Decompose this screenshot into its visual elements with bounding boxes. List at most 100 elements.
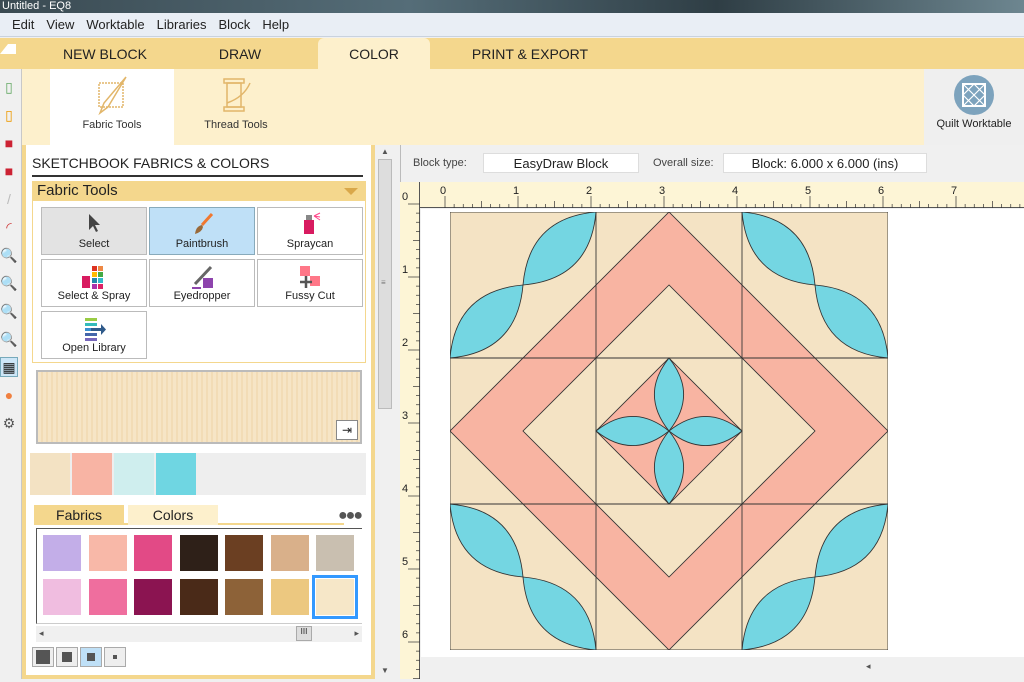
sketchbook-swatch[interactable]	[30, 453, 70, 495]
main-tabs: NEW BLOCK DRAW COLOR PRINT & EXPORT	[0, 38, 1024, 69]
fabric-tools-section-header[interactable]: Fabric Tools	[32, 181, 366, 201]
left-toolbar: ▯ ▯ ■ ■ / ◜ 🔍 🔍 🔍 🔍 ▦ ● ⚙	[0, 69, 22, 679]
settings-gear-icon[interactable]: ⚙	[0, 413, 18, 433]
help-icon[interactable]: ●	[0, 385, 18, 405]
fabric-tools-icon	[98, 76, 127, 116]
ruler-label: 3	[659, 185, 665, 197]
menu-edit[interactable]: Edit	[12, 17, 34, 32]
fabric-swatch[interactable]	[43, 579, 81, 615]
drawing-canvas[interactable]	[421, 209, 1024, 657]
more-options-icon[interactable]: ●●●	[338, 507, 363, 525]
thread-spool-icon	[223, 78, 251, 112]
canvas-horizontal-scrollbar[interactable]: ◂	[860, 657, 1024, 679]
ruler-label: 3	[402, 410, 408, 422]
zoom-in-icon[interactable]: 🔍	[0, 245, 18, 265]
tab-draw[interactable]: DRAW	[180, 38, 300, 69]
ruler-label: 5	[402, 556, 408, 568]
fabric-swatch[interactable]	[179, 579, 218, 615]
undo-icon[interactable]: ◜	[0, 217, 18, 237]
scroll-left-icon[interactable]: ◂	[39, 628, 44, 639]
fabric-swatch[interactable]	[270, 535, 309, 571]
ruler-label: 0	[440, 185, 446, 197]
sketchbook-swatch[interactable]	[114, 453, 154, 495]
fabric-horizontal-scrollbar[interactable]: ◂ III ▸	[36, 626, 362, 642]
overall-size-value: Block: 6.000 x 6.000 (ins)	[723, 153, 927, 173]
scroll-left-icon[interactable]: ◂	[866, 661, 871, 672]
quilt-worktable-button[interactable]: Quilt Worktable	[924, 69, 1024, 145]
cursor-icon	[89, 214, 100, 232]
zoom-fit-icon[interactable]: 🔍	[0, 301, 18, 321]
tab-new-block[interactable]: NEW BLOCK	[40, 38, 170, 69]
ruler-label: 1	[402, 264, 408, 276]
sketchbook-swatches	[30, 453, 366, 495]
ruler-label: 2	[402, 337, 408, 349]
fussy-cut-tool-button[interactable]: Fussy Cut	[257, 259, 363, 307]
vertical-ruler: 0 1 2 3 4 5 6	[400, 182, 420, 679]
home-icon[interactable]	[0, 44, 16, 54]
swatch-size-button[interactable]	[80, 647, 102, 667]
tool-label: Select & Spray	[57, 290, 131, 302]
graph-paper-icon[interactable]: ▦	[0, 357, 18, 377]
fabric-swatch[interactable]	[312, 575, 358, 619]
fabric-swatch[interactable]	[225, 535, 263, 571]
fabric-swatch[interactable]	[134, 579, 172, 615]
tool-label: Fussy Cut	[285, 290, 335, 302]
open-file-icon[interactable]: ▯	[0, 105, 18, 125]
ruler-label: 6	[878, 185, 884, 197]
view-sketchbook-icon[interactable]: ■	[0, 161, 18, 181]
collapse-triangle-icon[interactable]	[344, 188, 358, 195]
scroll-right-icon[interactable]: ▸	[354, 628, 359, 639]
menu-view[interactable]: View	[46, 17, 74, 32]
new-file-icon[interactable]: ▯	[0, 77, 18, 97]
sketchbook-swatch[interactable]	[156, 453, 196, 495]
tab-color[interactable]: COLOR	[318, 38, 430, 69]
fabric-swatch[interactable]	[179, 535, 218, 571]
tab-fabrics[interactable]: Fabrics	[34, 505, 124, 525]
swatch-size-button[interactable]	[56, 647, 78, 667]
ruler-label: 4	[732, 185, 738, 197]
scrollbar-thumb[interactable]: ≡	[378, 159, 392, 409]
fabric-swatch[interactable]	[270, 579, 309, 615]
menu-worktable[interactable]: Worktable	[86, 17, 144, 32]
ruler-icon[interactable]: /	[0, 189, 18, 209]
quilt-block[interactable]	[450, 212, 888, 650]
fabric-swatch[interactable]	[88, 579, 127, 615]
scrollbar-thumb[interactable]: III	[296, 626, 312, 641]
fabric-swatch[interactable]	[88, 535, 127, 571]
eyedropper-tool-button[interactable]: Eyedropper	[149, 259, 255, 307]
tool-label: Eyedropper	[173, 290, 231, 302]
scroll-down-icon[interactable]: ▼	[381, 666, 389, 675]
fabric-swatch[interactable]	[134, 535, 172, 571]
tab-colors[interactable]: Colors	[128, 505, 218, 525]
ribbon: Fabric Tools Thread Tools	[22, 69, 1024, 145]
sketchbook-panel: SKETCHBOOK FABRICS & COLORS Fabric Tools…	[22, 145, 375, 679]
menu-help[interactable]: Help	[262, 17, 289, 32]
select-spray-tool-button[interactable]: Select & Spray	[41, 259, 147, 307]
fabric-tools-button[interactable]: Fabric Tools	[50, 69, 174, 145]
panel-vertical-scrollbar[interactable]: ▲ ≡ ▼	[375, 145, 395, 679]
sketchbook-swatch[interactable]	[72, 453, 112, 495]
swatch-size-button[interactable]	[32, 647, 54, 667]
select-tool-button[interactable]: Select	[41, 207, 147, 255]
paintbrush-tool-button[interactable]: Paintbrush	[149, 207, 255, 255]
spraycan-tool-button[interactable]: Spraycan	[257, 207, 363, 255]
section-title: Fabric Tools	[37, 182, 118, 199]
add-to-sketchbook-icon[interactable]: ■	[0, 133, 18, 153]
scroll-up-icon[interactable]: ▲	[381, 147, 389, 156]
zoom-actual-icon[interactable]: 🔍	[0, 329, 18, 349]
open-library-icon	[85, 318, 106, 341]
zoom-out-icon[interactable]: 🔍	[0, 273, 18, 293]
fabric-swatch[interactable]	[43, 535, 81, 571]
swatch-size-button[interactable]	[104, 647, 126, 667]
ruler-label: 7	[951, 185, 957, 197]
thread-tools-button[interactable]: Thread Tools	[174, 69, 298, 145]
menu-block[interactable]: Block	[219, 17, 251, 32]
fabric-swatch[interactable]	[316, 535, 354, 571]
menu-libraries[interactable]: Libraries	[157, 17, 207, 32]
spraycan-icon	[304, 212, 321, 234]
tab-print-export[interactable]: PRINT & EXPORT	[450, 38, 610, 69]
ruler-label: 1	[513, 185, 519, 197]
fabric-swatch[interactable]	[225, 579, 263, 615]
apply-arrow-button[interactable]: ⇥	[336, 420, 358, 440]
open-library-tool-button[interactable]: Open Library	[41, 311, 147, 359]
